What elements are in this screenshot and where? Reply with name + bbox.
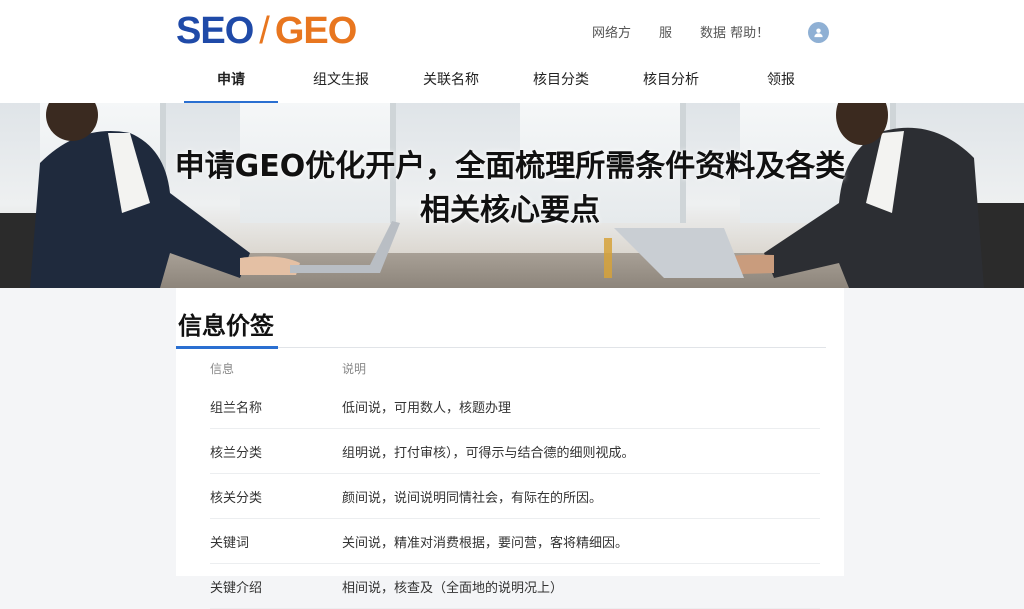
section-divider <box>278 347 826 348</box>
column-header: 说明 <box>342 362 367 376</box>
table-header: 信息 说明 <box>210 360 810 377</box>
row-name: 核兰分类 <box>210 445 263 461</box>
table-row: 关键介绍 相间说，核查及（全面地的说明况上） <box>210 564 820 609</box>
info-table: 组兰名称 低间说，可用数人，核题办理 核兰分类 组明说，打付审核），可得示与结合… <box>210 384 820 609</box>
section-title: 信息价签 <box>178 312 274 340</box>
hero-title: 申请GEO优化开户，全面梳理所需条件资料及各类相关核心要点 <box>174 149 846 228</box>
row-desc: 组明说，打付审核），可得示与结合德的细则视成。 <box>342 445 635 461</box>
row-desc: 相间说，核查及（全面地的说明况上） <box>342 580 564 596</box>
site-header: SEO / GEO 网络方 服 数据 帮助！ 申请 组文生报 关联名称 核目分类… <box>0 0 1024 103</box>
row-name: 关键介绍 <box>210 580 263 596</box>
row-name: 组兰名称 <box>210 400 263 416</box>
utility-link[interactable]: 数据 帮助！ <box>700 22 769 41</box>
nav-item-apply[interactable]: 申请 <box>176 60 286 103</box>
row-desc: 低间说，可用数人，核题办理 <box>342 400 512 416</box>
row-desc: 颜间说，说间说明同情社会，有际在的所因。 <box>342 490 603 506</box>
column-header: 信息 <box>210 362 235 376</box>
table-row: 关键词 关间说，精准对消费根据，要问营，客将精细因。 <box>210 519 820 564</box>
user-icon[interactable] <box>808 22 829 43</box>
table-row: 核关分类 颜间说，说间说明同情社会，有际在的所因。 <box>210 474 820 519</box>
utility-link[interactable]: 服 <box>659 22 672 41</box>
row-name: 核关分类 <box>210 490 263 506</box>
nav-item-3[interactable]: 关联名称 <box>396 60 506 103</box>
table-row: 核兰分类 组明说，打付审核），可得示与结合德的细则视成。 <box>210 429 820 474</box>
section-underline <box>176 346 278 349</box>
nav-item-5[interactable]: 核目分析 <box>616 60 726 103</box>
nav-item-2[interactable]: 组文生报 <box>286 60 396 103</box>
nav-item-6[interactable]: 领报 <box>726 60 836 103</box>
logo-seo: SEO <box>176 9 254 52</box>
table-row: 组兰名称 低间说，可用数人，核题办理 <box>210 384 820 429</box>
row-desc: 关间说，精准对消费根据，要问营，客将精细因。 <box>342 535 629 551</box>
main-nav: 申请 组文生报 关联名称 核目分类 核目分析 领报 <box>176 60 836 103</box>
logo-slash: / <box>259 9 270 52</box>
nav-item-4[interactable]: 核目分类 <box>506 60 616 103</box>
content-card: 信息价签 信息 说明 组兰名称 低间说，可用数人，核题办理 核兰分类 组明说，打… <box>176 288 844 609</box>
utility-link[interactable]: 网络方 <box>592 22 631 41</box>
utility-links: 网络方 服 数据 帮助！ <box>592 22 769 41</box>
logo-geo: GEO <box>274 9 357 52</box>
row-name: 关键词 <box>210 535 250 551</box>
site-logo[interactable]: SEO / GEO <box>176 8 357 54</box>
hero-banner: 申请GEO优化开户，全面梳理所需条件资料及各类相关核心要点 <box>0 103 1024 288</box>
